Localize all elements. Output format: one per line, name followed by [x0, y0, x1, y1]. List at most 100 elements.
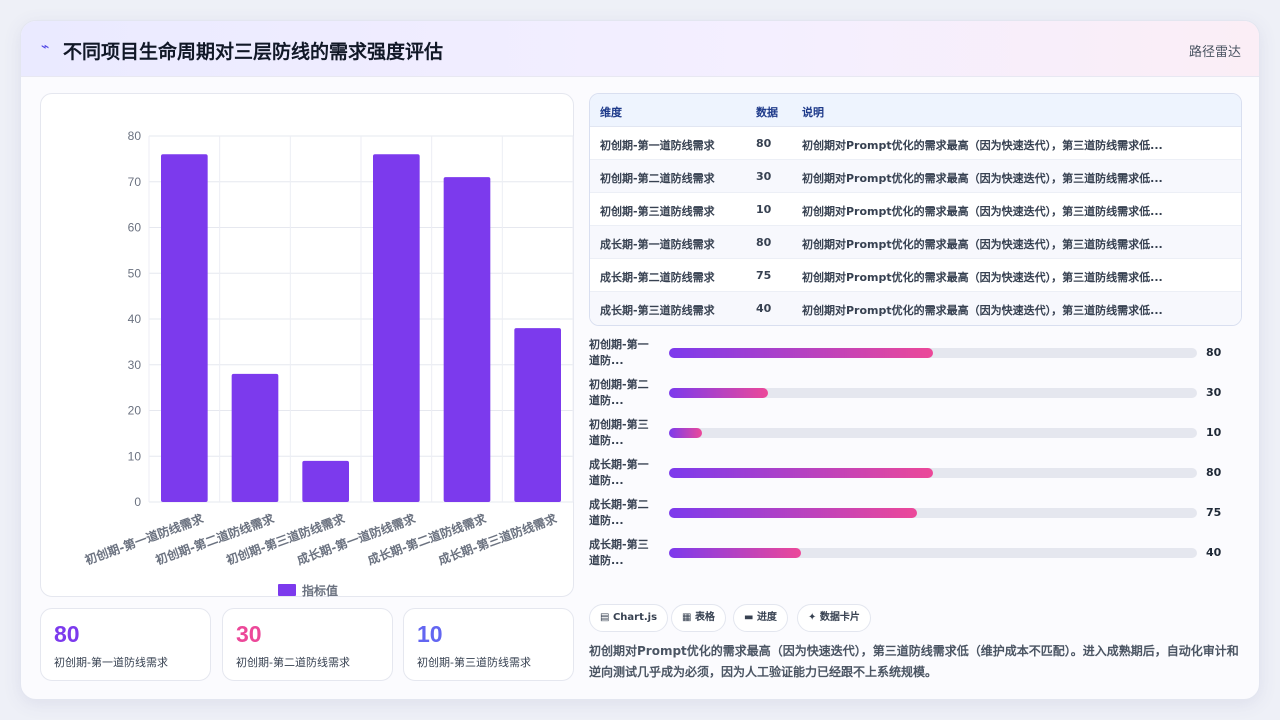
progress-track [669, 468, 1197, 478]
table-row: 成长期-第三道防线需求 40 初创期对Prompt优化的需求最高（因为快速迭代）… [590, 292, 1241, 325]
table-row: 初创期-第一道防线需求 80 初创期对Prompt优化的需求最高（因为快速迭代）… [590, 127, 1241, 160]
y-tick-label: 20 [128, 404, 142, 418]
progress-fill [669, 548, 801, 558]
page-title: 不同项目生命周期对三层防线的需求强度评估 [63, 41, 444, 63]
cell-dimension: 成长期-第二道防线需求 [600, 271, 715, 284]
cell-description: 初创期对Prompt优化的需求最高（因为快速迭代），第三道防线需求低... [802, 139, 1163, 152]
progress-fill [669, 428, 702, 438]
stat-value: 80 [54, 621, 80, 647]
progress-track [669, 508, 1197, 518]
cell-value: 80 [756, 236, 772, 249]
bar [514, 328, 561, 502]
progress-item: 成长期-第二道防... 75 [589, 497, 1242, 531]
chip-data-cards[interactable]: ✦ 数据卡片 [797, 604, 871, 632]
cell-dimension: 成长期-第三道防线需求 [600, 304, 715, 317]
x-tick-label: 成长期-第一道防线需求 [295, 510, 419, 567]
legend-label: 指标值 [302, 583, 338, 598]
progress-value: 80 [1206, 346, 1222, 359]
x-tick-label: 成长期-第三道防线需求 [436, 510, 560, 567]
sparkle-icon: ✦ [808, 612, 820, 623]
progress-label: 初创期-第一道防... [589, 338, 649, 367]
header-tag: 路径雷达 [1188, 45, 1241, 60]
cell-dimension: 成长期-第一道防线需求 [600, 238, 715, 251]
stat-card: 30 初创期-第二道防线需求 [222, 608, 393, 681]
lightning-icon: ⌁ [41, 39, 50, 55]
bar [373, 154, 420, 503]
progress-value: 80 [1206, 466, 1222, 479]
data-table: 维度 数据 说明 初创期-第一道防线需求 80 初创期对Prompt优化的需求最… [589, 93, 1242, 326]
bar [231, 373, 279, 502]
progress-fill [669, 468, 933, 478]
y-tick-label: 0 [134, 495, 141, 509]
legend-swatch [278, 584, 296, 596]
bar-chart-icon: ▤ [600, 612, 613, 623]
header: ⌁ 不同项目生命周期对三层防线的需求强度评估 路径雷达 [21, 21, 1259, 77]
progress-fill [669, 348, 933, 358]
cell-dimension: 初创期-第一道防线需求 [600, 139, 715, 152]
stat-label: 初创期-第二道防线需求 [236, 656, 350, 669]
cell-value: 30 [756, 170, 772, 183]
progress-item: 初创期-第一道防... 80 [589, 337, 1242, 371]
table-row: 初创期-第二道防线需求 30 初创期对Prompt优化的需求最高（因为快速迭代）… [590, 160, 1241, 193]
y-tick-label: 80 [128, 129, 142, 143]
description-text: 初创期对Prompt优化的需求最高（因为快速迭代），第三道防线需求低（维护成本不… [589, 644, 1239, 679]
column-header-description: 说明 [802, 106, 824, 119]
stat-card: 10 初创期-第三道防线需求 [403, 608, 574, 681]
progress-value: 30 [1206, 386, 1222, 399]
progress-label: 初创期-第二道防... [589, 378, 649, 407]
progress-fill [669, 508, 917, 518]
y-tick-label: 10 [128, 449, 142, 463]
stat-label: 初创期-第三道防线需求 [417, 656, 531, 669]
chip-progress[interactable]: ▬ 进度 [733, 604, 788, 632]
progress-label: 成长期-第一道防... [589, 458, 649, 487]
x-tick-label: 成长期-第二道防线需求 [365, 510, 489, 567]
progress-track [669, 348, 1197, 358]
progress-track [669, 388, 1197, 398]
dashboard-card: ⌁ 不同项目生命周期对三层防线的需求强度评估 路径雷达 0 10 20 30 40 50 6… [20, 20, 1260, 700]
cell-value: 75 [756, 269, 772, 282]
progress-item: 初创期-第三道防... 10 [589, 417, 1242, 451]
chip-label: 数据卡片 [819, 612, 860, 623]
stat-value: 10 [417, 621, 443, 647]
progress-list: 初创期-第一道防... 80 初创期-第二道防... 30 初创期-第三道防..… [589, 337, 1242, 577]
progress-label: 初创期-第三道防... [589, 418, 649, 447]
bar-chart: 0 10 20 30 40 50 60 70 80 初创期-第一道防线需求初创期-第二道防线需求初… [83, 129, 574, 598]
progress-track [669, 428, 1197, 438]
cell-value: 80 [756, 137, 772, 150]
cell-description: 初创期对Prompt优化的需求最高（因为快速迭代），第三道防线需求低... [802, 304, 1163, 317]
y-tick-label: 50 [128, 266, 142, 280]
x-tick-label: 初创期-第三道防线需求 [224, 510, 348, 567]
cell-description: 初创期对Prompt优化的需求最高（因为快速迭代），第三道防线需求低... [802, 172, 1163, 185]
progress-item: 成长期-第三道防... 40 [589, 537, 1242, 571]
progress-icon: ▬ [744, 612, 757, 623]
table-icon: ▦ [682, 612, 695, 623]
bar [302, 460, 349, 502]
cell-description: 初创期对Prompt优化的需求最高（因为快速迭代），第三道防线需求低... [802, 271, 1163, 284]
y-tick-label: 60 [128, 221, 142, 235]
progress-label: 成长期-第二道防... [589, 498, 649, 527]
y-tick-label: 70 [128, 175, 142, 189]
progress-track [669, 548, 1197, 558]
stat-value: 30 [236, 621, 262, 647]
column-header-dimension: 维度 [600, 106, 622, 119]
table-row: 成长期-第一道防线需求 80 初创期对Prompt优化的需求最高（因为快速迭代）… [590, 226, 1241, 259]
cell-value: 10 [756, 203, 772, 216]
chip-table[interactable]: ▦ 表格 [671, 604, 726, 632]
x-tick-label: 初创期-第一道防线需求 [83, 510, 207, 567]
chip-chartjs[interactable]: ▤ Chart.js [589, 604, 669, 632]
progress-value: 40 [1206, 546, 1222, 559]
table-row: 初创期-第三道防线需求 10 初创期对Prompt优化的需求最高（因为快速迭代）… [590, 193, 1241, 226]
cell-description: 初创期对Prompt优化的需求最高（因为快速迭代），第三道防线需求低... [802, 238, 1163, 251]
bar-chart-panel: 0 10 20 30 40 50 60 70 80 初创期-第一道防线需求 初创期-第二道防线需求初… [40, 93, 574, 598]
cell-dimension: 初创期-第三道防线需求 [600, 205, 715, 218]
stat-card: 80 初创期-第一道防线需求 [40, 608, 211, 681]
chip-label: 进度 [756, 612, 777, 623]
bar [161, 154, 208, 503]
cell-description: 初创期对Prompt优化的需求最高（因为快速迭代），第三道防线需求低... [802, 205, 1163, 218]
bar [443, 177, 491, 503]
column-header-value: 数据 [756, 106, 778, 119]
stat-label: 初创期-第一道防线需求 [54, 656, 168, 669]
progress-value: 10 [1206, 426, 1222, 439]
progress-label: 成长期-第三道防... [589, 538, 649, 567]
y-tick-label: 40 [128, 312, 142, 326]
